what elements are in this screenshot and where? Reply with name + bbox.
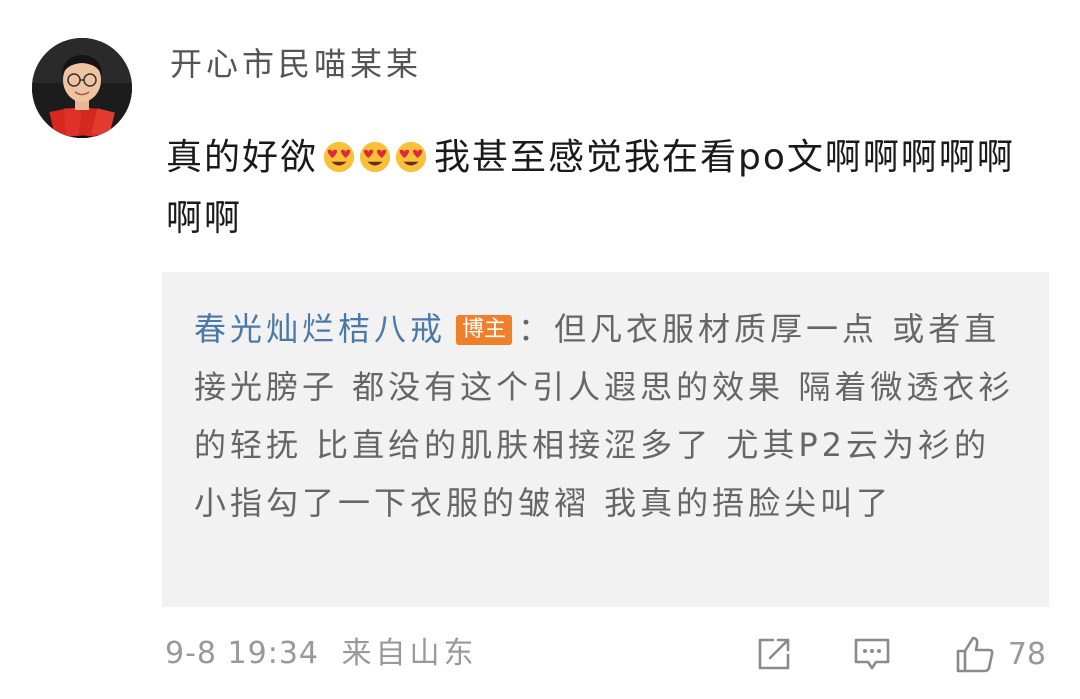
- quote-author-link[interactable]: 春光灿烂桔八戒: [194, 310, 446, 348]
- author-badge: 博主: [456, 315, 513, 345]
- heart-eyes-emoji-icon: [323, 141, 355, 173]
- post-source: 来自山东: [341, 636, 478, 671]
- comment-text-part1: 真的好欲: [166, 137, 319, 178]
- quote-separator: ：: [518, 310, 555, 348]
- comment-text: 真的好欲 我甚至感觉我在看po文啊啊啊啊啊啊啊: [166, 128, 1026, 249]
- quoted-reply[interactable]: 春光灿烂桔八戒 博主 ：但凡衣服材质厚一点 或者直接光膀子 都没有这个引人遐思的效果…: [162, 272, 1049, 607]
- share-icon[interactable]: [754, 634, 794, 674]
- heart-eyes-emoji-icon: [395, 141, 427, 173]
- avatar[interactable]: [32, 38, 132, 138]
- comment-icon[interactable]: [852, 634, 892, 674]
- action-bar: 78: [754, 630, 1046, 678]
- like-count: 78: [1007, 636, 1046, 672]
- thumbs-up-icon: [954, 634, 994, 674]
- like-button[interactable]: 78: [954, 634, 1046, 674]
- comment-meta: 9-8 19:34 来自山东: [165, 632, 478, 676]
- quoted-reply-text-block: 春光灿烂桔八戒 博主 ：但凡衣服材质厚一点 或者直接光膀子 都没有这个引人遐思的效果…: [194, 300, 1024, 532]
- heart-eyes-emoji-icon: [359, 141, 391, 173]
- emoji-group: [322, 129, 430, 189]
- timestamp: 9-8 19:34: [165, 636, 319, 671]
- username[interactable]: 开心市民喵某某: [170, 42, 422, 86]
